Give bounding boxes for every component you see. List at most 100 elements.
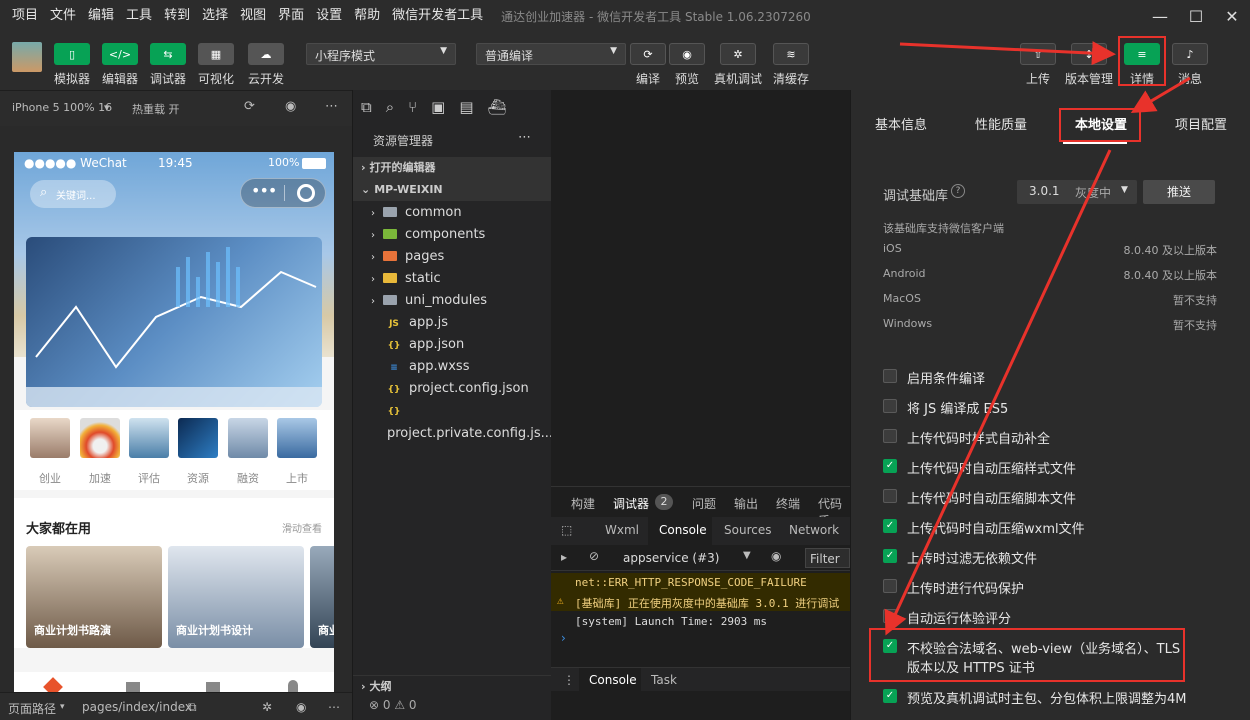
- tab-sources[interactable]: Sources: [724, 523, 771, 537]
- file-item[interactable]: JS app.js: [353, 312, 552, 334]
- avatar[interactable]: [12, 42, 42, 72]
- clear-cache-button[interactable]: ≋ 清缓存: [765, 43, 817, 87]
- version-button[interactable]: ↕ 版本管理: [1063, 43, 1115, 87]
- problem-counts[interactable]: ⊗ 0 ⚠ 0: [369, 698, 417, 712]
- close-button[interactable]: ✕: [1212, 0, 1250, 32]
- menu-item-interface[interactable]: 界面: [272, 0, 310, 32]
- menu-item-select[interactable]: 选择: [196, 0, 234, 32]
- file-item[interactable]: {} project.config.json: [353, 378, 552, 400]
- menu-item-edit[interactable]: 编辑: [82, 0, 120, 32]
- menu-item-settings[interactable]: 设置: [310, 0, 348, 32]
- more-dots-icon[interactable]: •••: [251, 181, 277, 200]
- cloud-dev-button[interactable]: ☁ 云开发: [240, 43, 292, 87]
- folder-item[interactable]: › common: [353, 202, 552, 224]
- tab-debugger[interactable]: 调试器: [613, 495, 649, 512]
- checkbox[interactable]: [883, 489, 897, 503]
- outline-section[interactable]: › 大纲: [353, 675, 552, 697]
- banner-image[interactable]: [26, 237, 322, 407]
- editor-button[interactable]: </> 编辑器: [94, 43, 146, 87]
- drawer-menu-icon[interactable]: ⋮: [563, 673, 575, 687]
- compile-select[interactable]: 普通编译 ▼: [476, 43, 626, 65]
- context-select[interactable]: appservice (#3): [623, 551, 719, 565]
- more-icon[interactable]: ⋯: [518, 130, 531, 145]
- category-item[interactable]: 评估: [129, 418, 169, 486]
- capsule-menu[interactable]: •••: [240, 178, 326, 208]
- files-icon[interactable]: ⧉: [361, 98, 372, 116]
- tab-performance[interactable]: 性能质量: [975, 114, 1027, 133]
- menu-item-project[interactable]: 项目: [6, 0, 44, 32]
- preview-button[interactable]: ◉ 预览: [661, 43, 713, 87]
- tab-problems[interactable]: 问题: [692, 495, 716, 512]
- search-icon[interactable]: ⌕: [386, 98, 394, 116]
- category-item[interactable]: 创业: [30, 418, 70, 486]
- tab-wxml[interactable]: Wxml: [605, 523, 639, 537]
- card[interactable]: 商业: [310, 546, 334, 648]
- file-item[interactable]: {} app.json: [353, 334, 552, 356]
- folder-item[interactable]: › uni_modules: [353, 290, 552, 312]
- messages-button[interactable]: ♪ 消息: [1164, 43, 1216, 87]
- drawer-tab-console[interactable]: Console: [589, 673, 637, 687]
- simulator-button[interactable]: ▯ 模拟器: [46, 43, 98, 87]
- file-item[interactable]: ≡ app.wxss: [353, 356, 552, 378]
- refresh-icon[interactable]: ⟳: [244, 99, 255, 114]
- folder-item[interactable]: › static: [353, 268, 552, 290]
- copy-icon[interactable]: ⧉: [188, 700, 197, 715]
- sidebar-toggle-icon[interactable]: ▸: [561, 550, 567, 564]
- real-device-debug-button[interactable]: ✲ 真机调试: [712, 43, 764, 87]
- open-editors-section[interactable]: › 打开的编辑器: [353, 157, 552, 179]
- prompt-icon[interactable]: ›: [561, 631, 566, 645]
- mode-select[interactable]: 小程序模式 ▼: [306, 43, 456, 65]
- category-item[interactable]: 上市: [277, 418, 317, 486]
- checkbox-checked[interactable]: ✓: [883, 549, 897, 563]
- checkbox[interactable]: [883, 429, 897, 443]
- hot-reload-toggle[interactable]: 热重载 开: [132, 101, 180, 117]
- card[interactable]: 商业计划书设计: [168, 546, 304, 648]
- checkbox[interactable]: [883, 579, 897, 593]
- tab-network[interactable]: Network: [789, 523, 839, 537]
- category-item[interactable]: 融资: [228, 418, 268, 486]
- git-branch-icon[interactable]: ⑂: [408, 98, 417, 116]
- tab-project-config[interactable]: 项目配置: [1175, 114, 1227, 133]
- extensions-icon[interactable]: ▣: [431, 98, 445, 116]
- menu-item-help[interactable]: 帮助: [348, 0, 386, 32]
- bug-icon[interactable]: ✲: [262, 700, 272, 714]
- checkbox-checked[interactable]: ✓: [883, 459, 897, 473]
- tab-output[interactable]: 输出: [734, 495, 758, 512]
- menu-item-tools[interactable]: 工具: [120, 0, 158, 32]
- minimize-button[interactable]: —: [1140, 0, 1180, 32]
- visual-button[interactable]: ▦ 可视化: [190, 43, 242, 87]
- category-item[interactable]: 资源: [178, 418, 218, 486]
- folder-item[interactable]: › components: [353, 224, 552, 246]
- tab-build[interactable]: 构建: [571, 495, 595, 512]
- upload-button[interactable]: ⇧ 上传: [1012, 43, 1064, 87]
- home-icon[interactable]: [43, 677, 63, 692]
- checkbox-checked[interactable]: ✓: [883, 519, 897, 533]
- filter-input[interactable]: Filter: [805, 548, 850, 568]
- list-icon[interactable]: [126, 682, 140, 692]
- debugger-button[interactable]: ⇆ 调试器: [142, 43, 194, 87]
- drawer-tab-task[interactable]: Task: [651, 673, 677, 687]
- tab-terminal[interactable]: 终端: [776, 495, 800, 512]
- menu-item-wechat-devtools[interactable]: 微信开发者工具: [386, 0, 489, 32]
- page-path-label[interactable]: 页面路径: [8, 700, 56, 717]
- file-item[interactable]: {}project.private.config.js...: [353, 400, 553, 441]
- checkbox[interactable]: [883, 369, 897, 383]
- lib-version-select[interactable]: 3.0.1 灰度中 ▼: [1017, 180, 1137, 204]
- push-button[interactable]: 推送: [1143, 180, 1215, 204]
- checkbox[interactable]: [883, 399, 897, 413]
- stop-icon[interactable]: ◉: [285, 99, 296, 114]
- more-icon[interactable]: ⋯: [328, 700, 340, 714]
- checkbox-checked[interactable]: ✓: [883, 689, 897, 703]
- search-input[interactable]: ⌕ 关键词...: [30, 180, 116, 208]
- editor-area[interactable]: [551, 90, 850, 486]
- user-icon[interactable]: [288, 680, 298, 692]
- device-select[interactable]: iPhone 5 100% 16: [12, 101, 112, 114]
- menu-item-file[interactable]: 文件: [44, 0, 82, 32]
- menu-item-goto[interactable]: 转到: [158, 0, 196, 32]
- card[interactable]: 商业计划书路演: [26, 546, 162, 648]
- eye-icon[interactable]: ◉: [296, 700, 306, 714]
- category-item[interactable]: 加速: [80, 418, 120, 486]
- eye-icon[interactable]: ◉: [771, 549, 781, 563]
- section-more[interactable]: 滑动查看: [282, 520, 322, 535]
- menu-item-view[interactable]: 视图: [234, 0, 272, 32]
